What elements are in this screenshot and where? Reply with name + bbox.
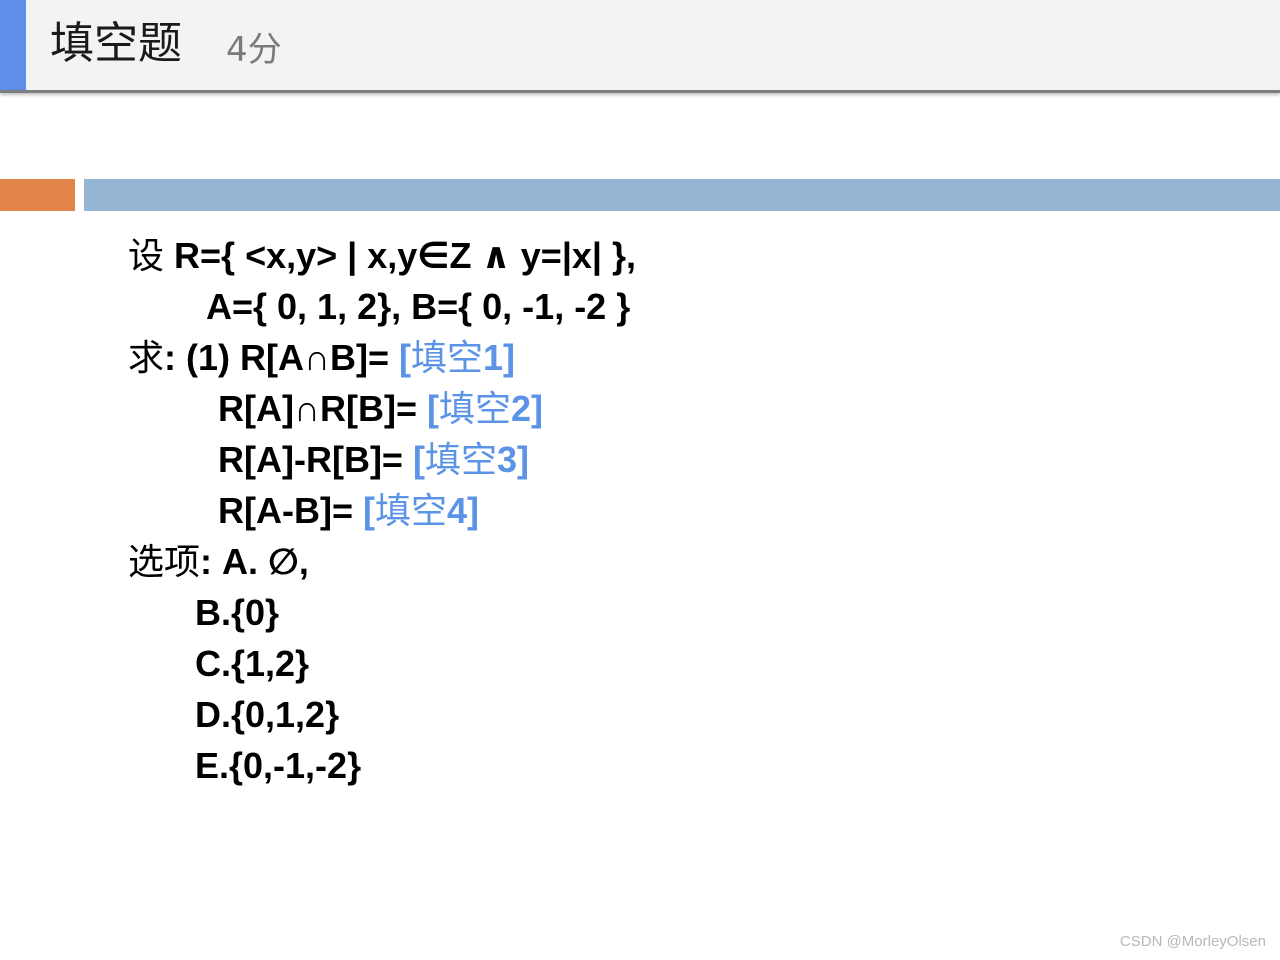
- blank-2[interactable]: [填空2]: [426, 388, 543, 430]
- blue-band: [84, 179, 1280, 211]
- blank-number: 1]: [483, 337, 516, 378]
- watermark: CSDN @MorleyOlsen: [1119, 933, 1266, 950]
- option-e: E.{0,-1,-2}: [195, 745, 362, 786]
- blank-open: [: [399, 337, 411, 378]
- page-title: 填空题: [50, 18, 182, 69]
- item-expression: R[A]∩R[B]=: [218, 388, 427, 429]
- blank-open: [: [426, 388, 439, 429]
- item-expression: R[A-B]=: [218, 490, 363, 531]
- relation-expression: R={ <x,y> | x,y∈Z ∧ y=|x| },: [174, 235, 637, 276]
- header-accent-bar: [0, 0, 26, 90]
- question-item-1: 求: (1) R[A∩B]= [填空1]: [128, 336, 515, 381]
- question-item-2: R[A]∩R[B]= [填空2]: [218, 387, 543, 432]
- blank-open: [: [412, 439, 425, 480]
- blank-word: 填空: [374, 491, 447, 532]
- option-b: B.{0}: [195, 592, 280, 633]
- item-expression: R[A]-R[B]=: [218, 439, 413, 480]
- blank-number: 3]: [496, 439, 529, 480]
- question-item-3: R[A]-R[B]= [填空3]: [218, 438, 529, 483]
- blank-word: 填空: [411, 338, 484, 379]
- set-definitions: A={ 0, 1, 2}, B={ 0, -1, -2 }: [206, 286, 631, 327]
- options-prefix: 选项: [128, 542, 201, 583]
- blank-4[interactable]: [填空4]: [362, 490, 480, 532]
- blank-number: 4]: [447, 490, 480, 531]
- option-a: : A. ∅,: [200, 541, 309, 582]
- item-expression: : (1) R[A∩B]=: [164, 337, 399, 378]
- blank-1[interactable]: [填空1]: [399, 337, 516, 379]
- options-header: 选项: A. ∅,: [128, 540, 309, 585]
- ask-prefix: 求: [128, 338, 165, 379]
- relation-definition: 设 R={ <x,y> | x,y∈Z ∧ y=|x| },: [128, 234, 636, 279]
- option-c: C.{1,2}: [195, 643, 310, 684]
- blank-number: 2]: [510, 388, 543, 429]
- blank-word: 填空: [438, 389, 511, 430]
- slide-header: 填空题 4分: [0, 0, 1280, 93]
- question-item-4: R[A-B]= [填空4]: [218, 489, 479, 534]
- option-d: D.{0,1,2}: [195, 694, 340, 735]
- blank-3[interactable]: [填空3]: [412, 439, 529, 481]
- blank-word: 填空: [424, 440, 497, 481]
- orange-band: [0, 179, 75, 211]
- score-label: 4分: [226, 30, 282, 70]
- line1-prefix: 设: [128, 236, 165, 277]
- blank-open: [: [362, 490, 375, 531]
